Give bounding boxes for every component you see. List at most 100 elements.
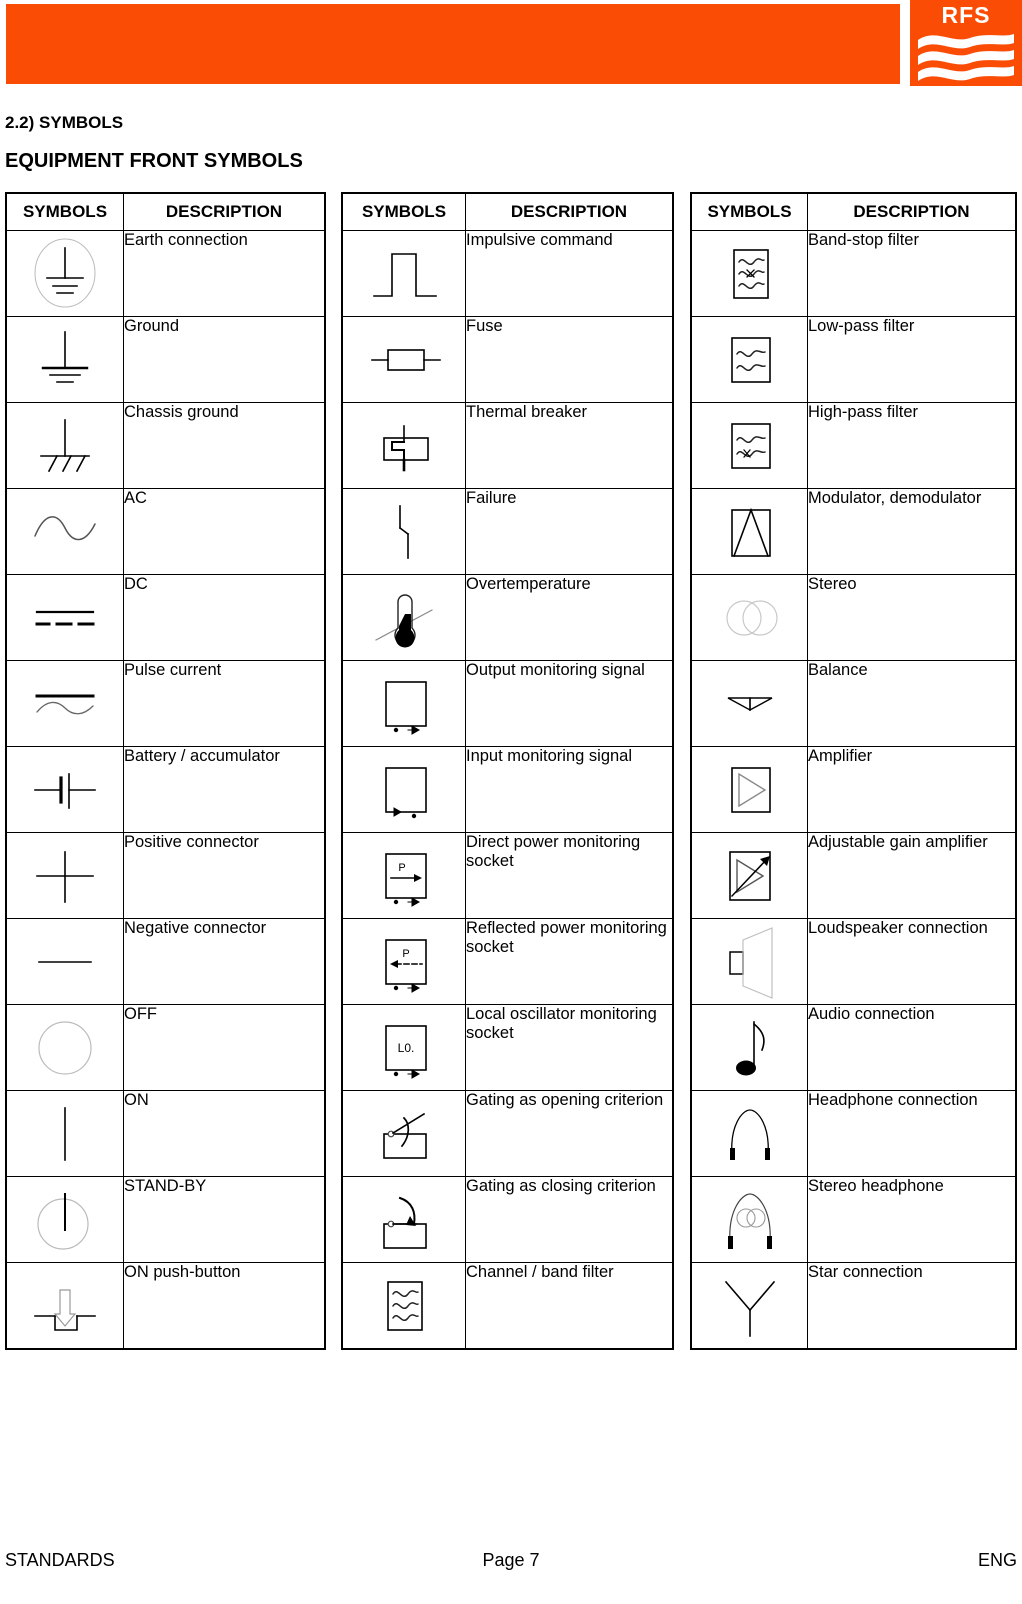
- footer-page-number: Page 7: [482, 1550, 540, 1570]
- symbol-cell: [690, 488, 808, 575]
- description-cell: ON push-button: [123, 1262, 326, 1350]
- impulsive-command-symbol: [343, 231, 465, 316]
- symbol-cell: [5, 918, 124, 1005]
- symbols-table-3-body: Band-stop filter Low-pass filter High-pass…: [690, 230, 1017, 1350]
- symbol-cell: [5, 832, 124, 919]
- symbols-table-1-body: Earth connection Ground Chassis ground AC DC…: [5, 230, 326, 1350]
- symbol-cell: P: [341, 832, 466, 919]
- column-header-symbols: SYMBOLS: [341, 192, 466, 231]
- on-push-button-symbol: [7, 1263, 123, 1348]
- table-row: Input monitoring signal: [341, 746, 674, 833]
- symbol-cell: [5, 746, 124, 833]
- symbol-cell: [690, 316, 808, 403]
- symbol-cell: [341, 488, 466, 575]
- description-cell: Audio connection: [807, 1004, 1017, 1091]
- symbol-cell: [5, 1176, 124, 1263]
- table-row: Output monitoring signal: [341, 660, 674, 747]
- description-cell: Reflected power monitoring socket: [465, 918, 674, 1005]
- table-header-row: SYMBOLS DESCRIPTION: [341, 192, 674, 231]
- table-row: Band-stop filter: [690, 230, 1017, 317]
- table-row: Gating as closing criterion: [341, 1176, 674, 1263]
- symbol-cell: [690, 832, 808, 919]
- symbol-cell: [5, 488, 124, 575]
- description-cell: Overtemperature: [465, 574, 674, 661]
- table-header-row: SYMBOLS DESCRIPTION: [690, 192, 1017, 231]
- header-orange-bar: [6, 4, 900, 84]
- symbol-cell: [5, 574, 124, 661]
- table-row: Pulse current: [5, 660, 326, 747]
- headphone-symbol: [692, 1091, 807, 1176]
- stereo-headphone-symbol: [692, 1177, 807, 1262]
- table-row: Adjustable gain amplifier: [690, 832, 1017, 919]
- description-cell: Positive connector: [123, 832, 326, 919]
- audio-connection-symbol: [692, 1005, 807, 1090]
- table-row: Positive connector: [5, 832, 326, 919]
- table-row: DC: [5, 574, 326, 661]
- symbol-cell: [690, 574, 808, 661]
- adjustable-gain-amplifier-symbol: [692, 833, 807, 918]
- description-cell: Output monitoring signal: [465, 660, 674, 747]
- description-cell: Low-pass filter: [807, 316, 1017, 403]
- rfs-logo-text: RFS: [941, 2, 991, 28]
- column-header-description: DESCRIPTION: [123, 192, 326, 231]
- pulse-current-symbol: [7, 661, 123, 746]
- page-footer: STANDARDS Page 7 ENG: [0, 1550, 1022, 1580]
- table-row: Ground: [5, 316, 326, 403]
- description-cell: Input monitoring signal: [465, 746, 674, 833]
- symbol-cell: [341, 1090, 466, 1177]
- symbol-cell: [341, 1176, 466, 1263]
- earth-connection-symbol: [7, 231, 123, 316]
- column-header-symbols: SYMBOLS: [690, 192, 808, 231]
- svg-text:P: P: [398, 862, 405, 874]
- table-row: L0. Local oscillator monitoring socket: [341, 1004, 674, 1091]
- table-row: OFF: [5, 1004, 326, 1091]
- table-row: ON push-button: [5, 1262, 326, 1350]
- thermal-breaker-symbol: [343, 403, 465, 488]
- description-cell: Negative connector: [123, 918, 326, 1005]
- table-row: Battery / accumulator: [5, 746, 326, 833]
- description-cell: Failure: [465, 488, 674, 575]
- table-row: Modulator, demodulator: [690, 488, 1017, 575]
- svg-text:P: P: [402, 948, 409, 960]
- table-row: Star connection: [690, 1262, 1017, 1350]
- table-row: Audio connection: [690, 1004, 1017, 1091]
- table-row: Channel / band filter: [341, 1262, 674, 1350]
- ground-symbol: [7, 317, 123, 402]
- overtemperature-symbol: [343, 575, 465, 660]
- balance-symbol: [692, 661, 807, 746]
- page-header: RFS: [0, 0, 1022, 86]
- amplifier-symbol: [692, 747, 807, 832]
- modulator-symbol: [692, 489, 807, 574]
- dc-symbol: [7, 575, 123, 660]
- description-cell: Fuse: [465, 316, 674, 403]
- description-cell: Stereo headphone: [807, 1176, 1017, 1263]
- table-row: Failure: [341, 488, 674, 575]
- negative-connector-symbol: [7, 919, 123, 1004]
- symbol-cell: [5, 1090, 124, 1177]
- symbol-cell: P: [341, 918, 466, 1005]
- gating-opening-symbol: [343, 1091, 465, 1176]
- description-cell: Gating as closing criterion: [465, 1176, 674, 1263]
- table-row: Headphone connection: [690, 1090, 1017, 1177]
- table-row: Overtemperature: [341, 574, 674, 661]
- on-symbol: [7, 1091, 123, 1176]
- output-monitoring-signal-symbol: [343, 661, 465, 746]
- input-monitoring-signal-symbol: [343, 747, 465, 832]
- symbol-cell: [690, 918, 808, 1005]
- symbol-cell: [690, 230, 808, 317]
- description-cell: Balance: [807, 660, 1017, 747]
- symbol-cell: [341, 316, 466, 403]
- band-stop-filter-symbol: [692, 231, 807, 316]
- symbol-cell: [341, 402, 466, 489]
- description-cell: Headphone connection: [807, 1090, 1017, 1177]
- ac-symbol: [7, 489, 123, 574]
- symbol-cell: [341, 746, 466, 833]
- description-cell: Band-stop filter: [807, 230, 1017, 317]
- symbol-cell: [690, 1090, 808, 1177]
- table-row: Negative connector: [5, 918, 326, 1005]
- table-row: Fuse: [341, 316, 674, 403]
- symbol-cell: [690, 1262, 808, 1350]
- description-cell: High-pass filter: [807, 402, 1017, 489]
- description-cell: Loudspeaker connection: [807, 918, 1017, 1005]
- gating-closing-symbol: [343, 1177, 465, 1262]
